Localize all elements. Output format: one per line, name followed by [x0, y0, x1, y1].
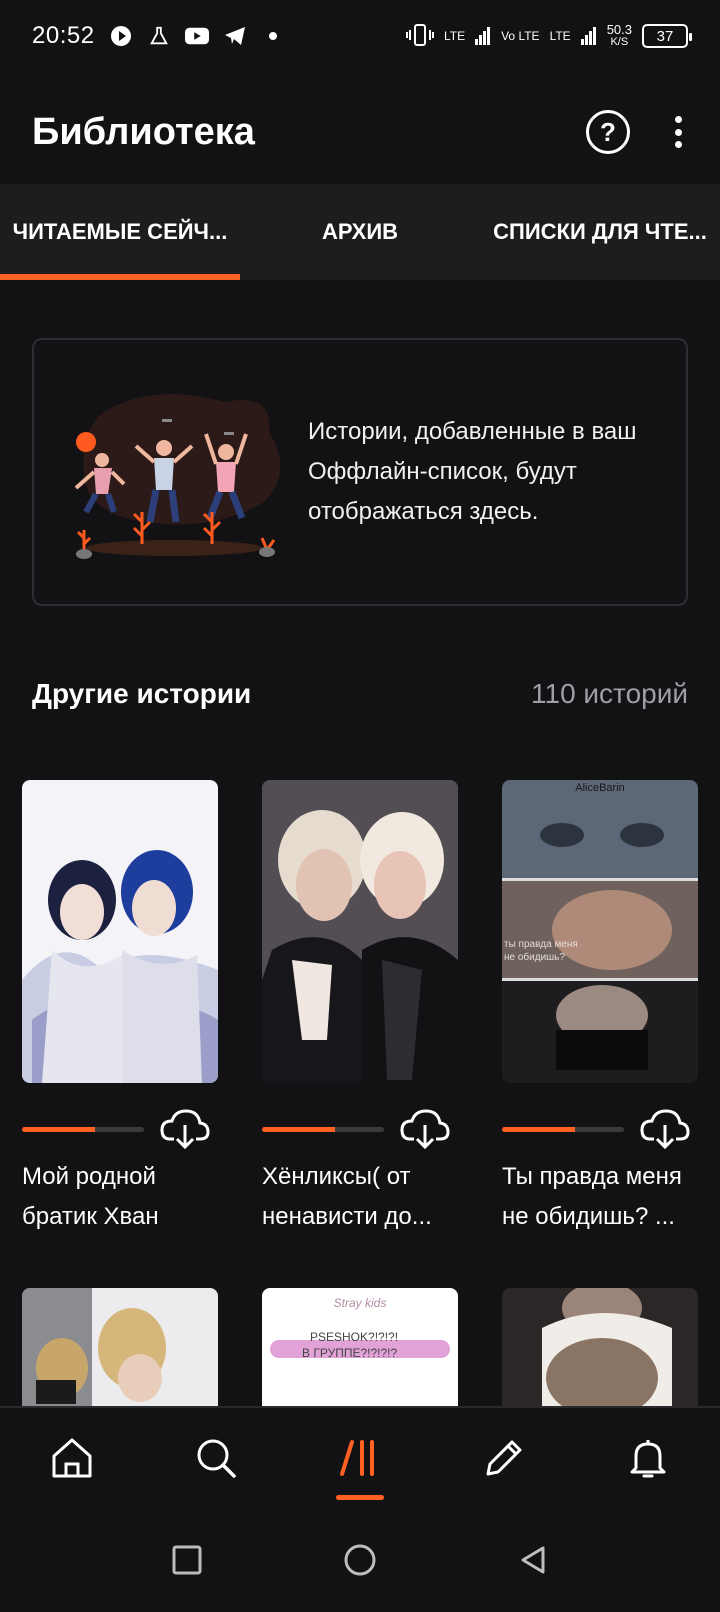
dancing-people-illustration	[64, 372, 294, 572]
download-icon[interactable]	[640, 1107, 690, 1151]
home-icon	[50, 1436, 94, 1485]
dot	[674, 128, 682, 136]
cover-watermark: AliceBarin	[575, 782, 625, 794]
story-cover[interactable]	[22, 780, 218, 1083]
story-card[interactable]: AliceBarin ты правда меня не обидишь? Ты…	[502, 780, 698, 1237]
offline-empty-card: Истории, добавленные в ваш Оффлайн-списо…	[32, 338, 688, 606]
speed-unit: K/S	[610, 36, 629, 48]
vibrate-icon	[405, 23, 434, 50]
download-icon[interactable]	[160, 1107, 210, 1151]
tab-archive[interactable]: АРХИВ	[240, 184, 480, 280]
nav-write[interactable]	[432, 1408, 576, 1512]
notifications-icon	[626, 1436, 670, 1485]
back-icon[interactable]	[517, 1544, 549, 1581]
offline-empty-text: Истории, добавленные в ваш Оффлайн-списо…	[308, 418, 637, 525]
play-app-icon	[109, 24, 133, 48]
story-card[interactable]: Мой родной братик Хван	[22, 780, 218, 1237]
system-navigation	[0, 1512, 720, 1612]
story-cover[interactable]	[262, 780, 458, 1083]
tab-label: СПИСКИ ДЛЯ ЧТЕ...	[493, 219, 707, 244]
tab-label: АРХИВ	[321, 219, 399, 244]
help-icon: ?	[600, 116, 616, 147]
status-left: 20:52	[32, 22, 285, 50]
volte-label: Vo LTE	[501, 29, 540, 43]
story-title[interactable]: Хёнликсы( от ненависти до...	[262, 1157, 458, 1237]
header-actions: ?	[586, 110, 688, 154]
library-tabs: ЧИТАЕМЫЕ СЕЙЧ... АРХИВ СПИСКИ ДЛЯ ЧТЕ...	[0, 184, 720, 280]
lte-signal-1: LTE	[443, 29, 466, 43]
cover-caption: ты правда меня не обидишь?	[504, 939, 578, 963]
status-bar: 20:52 LTE Vo LTE LTE 50.3 K/S 37	[0, 0, 720, 72]
stories-count: 110 историй	[531, 678, 688, 709]
tab-currently-reading[interactable]: ЧИТАЕМЫЕ СЕЙЧ...	[0, 184, 240, 280]
recents-icon[interactable]	[171, 1544, 203, 1581]
battery-level: 37	[656, 27, 674, 45]
story-cover[interactable]	[22, 1288, 218, 1408]
network-speed: 50.3 K/S	[606, 22, 632, 48]
page-title: Библиотека	[32, 110, 255, 153]
story-cover[interactable]	[502, 1288, 698, 1408]
other-stories-header: Другие истории 110 историй	[32, 664, 688, 724]
search-icon	[194, 1436, 238, 1485]
download-icon[interactable]	[400, 1107, 450, 1151]
progress-row	[22, 1107, 218, 1151]
cover-line-2: В ГРУППЕ?!?!?!?	[302, 1346, 398, 1360]
story-card[interactable]: Хёнликсы( от ненависти до...	[262, 780, 458, 1237]
dot	[674, 141, 682, 148]
story-title[interactable]: Ты правда меня не обидишь? ...	[502, 1157, 698, 1237]
tab-label: ЧИТАЕМЫЕ СЕЙЧ...	[12, 219, 228, 244]
nav-library[interactable]	[288, 1408, 432, 1512]
telegram-icon	[223, 24, 247, 48]
app-header: Библиотека ?	[0, 84, 720, 180]
speed-value: 50.3	[606, 22, 632, 37]
status-right: LTE Vo LTE LTE 50.3 K/S 37	[405, 22, 692, 50]
flask-icon	[147, 24, 171, 48]
tab-reading-lists[interactable]: СПИСКИ ДЛЯ ЧТЕ...	[480, 184, 720, 280]
section-title: Другие истории	[32, 678, 252, 709]
youtube-icon	[184, 24, 209, 48]
reading-progress	[262, 1126, 384, 1132]
more-notifications-dot-icon	[261, 24, 285, 48]
write-icon	[482, 1436, 526, 1485]
story-cover[interactable]: Stray kids PSESHOK?!?!?! В ГРУППЕ?!?!?!?	[262, 1288, 458, 1408]
story-cover[interactable]: AliceBarin ты правда меня не обидишь?	[502, 780, 698, 1083]
reading-progress	[502, 1126, 624, 1132]
nav-search[interactable]	[144, 1408, 288, 1512]
battery-indicator: 37	[642, 24, 692, 48]
progress-fill	[262, 1126, 336, 1132]
cover-line-1: PSESHOK?!?!?!	[310, 1330, 399, 1344]
dot	[674, 116, 682, 123]
status-time: 20:52	[32, 22, 95, 49]
reading-progress	[22, 1126, 144, 1132]
progress-fill	[22, 1126, 96, 1132]
nav-notifications[interactable]	[576, 1408, 720, 1512]
story-title[interactable]: Мой родной братик Хван	[22, 1157, 218, 1237]
library-icon	[338, 1436, 382, 1485]
progress-row	[502, 1107, 698, 1151]
home-system-icon[interactable]	[343, 1543, 377, 1582]
signal-bars-icon	[475, 25, 491, 48]
signal-bars-2-icon	[580, 25, 597, 48]
bottom-navigation	[0, 1406, 720, 1512]
nav-home[interactable]	[0, 1408, 144, 1512]
progress-fill	[502, 1126, 576, 1132]
help-button[interactable]: ?	[586, 110, 630, 154]
progress-row	[262, 1107, 458, 1151]
lte-signal-2: LTE	[549, 29, 571, 43]
more-options-button[interactable]	[668, 112, 688, 152]
cover-top-text: Stray kids	[333, 1296, 387, 1310]
